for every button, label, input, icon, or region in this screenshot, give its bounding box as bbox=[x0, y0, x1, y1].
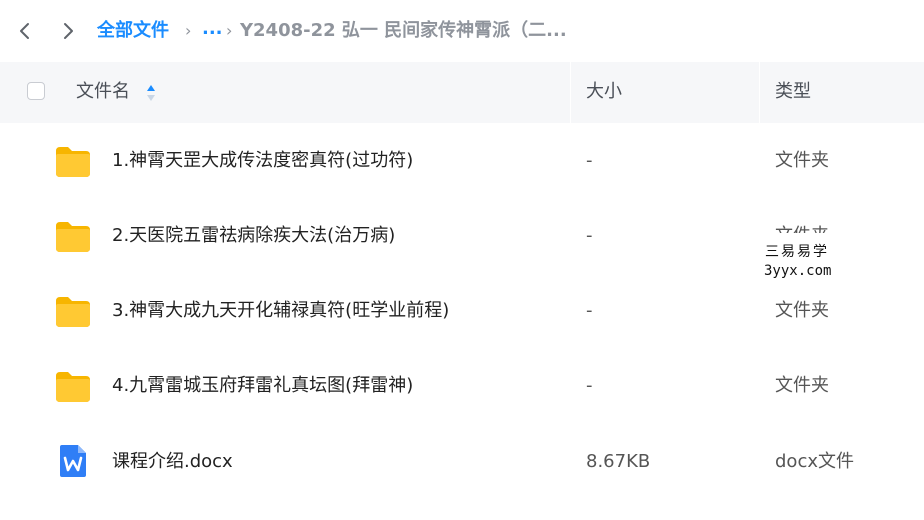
table-row[interactable]: 课程介绍.docx 8.67KB docx文件 bbox=[0, 424, 924, 499]
file-name: 课程介绍.docx bbox=[112, 451, 233, 472]
breadcrumb-separator-icon: › bbox=[226, 21, 233, 40]
watermark: 三易易学 3yyx.com bbox=[748, 233, 848, 283]
file-name: 3.神霄大成九天开化辅禄真符(旺学业前程) bbox=[112, 300, 450, 321]
table-row[interactable]: 4.九霄雷城玉府拜雷礼真坛图(拜雷神) - 文件夹 bbox=[0, 349, 924, 424]
file-type: 文件夹 bbox=[775, 375, 829, 396]
chevron-left-icon bbox=[20, 23, 29, 39]
column-divider bbox=[759, 62, 760, 123]
breadcrumb-bar: 全部文件 › ... › Y2408-22 弘一 民间家传神霄派（二... bbox=[0, 0, 924, 62]
breadcrumb-separator-icon: › bbox=[185, 21, 192, 40]
file-type: 文件夹 bbox=[775, 150, 829, 171]
file-size: - bbox=[586, 300, 593, 321]
breadcrumb-ellipsis[interactable]: ... bbox=[202, 17, 223, 41]
table-row[interactable]: 3.神霄大成九天开化辅禄真符(旺学业前程) - 文件夹 bbox=[0, 274, 924, 349]
table-row[interactable]: 1.神霄天罡大成传法度密真符(过功符) - 文件夹 bbox=[0, 124, 924, 199]
folder-icon bbox=[56, 147, 90, 177]
file-name: 4.九霄雷城玉府拜雷礼真坛图(拜雷神) bbox=[112, 375, 414, 396]
file-size: - bbox=[586, 150, 593, 171]
file-size: - bbox=[586, 225, 593, 246]
folder-icon bbox=[56, 297, 90, 327]
select-all-checkbox[interactable] bbox=[27, 82, 45, 100]
sort-icon[interactable] bbox=[145, 83, 157, 103]
forward-button[interactable] bbox=[56, 19, 80, 43]
column-header-name[interactable]: 文件名 bbox=[76, 80, 130, 104]
watermark-url: 3yyx.com bbox=[764, 263, 832, 279]
file-name: 1.神霄天罡大成传法度密真符(过功符) bbox=[112, 150, 414, 171]
folder-icon bbox=[56, 222, 90, 252]
column-header-size[interactable]: 大小 bbox=[586, 80, 622, 104]
folder-icon bbox=[56, 372, 90, 402]
word-doc-icon bbox=[60, 445, 86, 477]
breadcrumb-root[interactable]: 全部文件 bbox=[97, 19, 169, 43]
column-divider bbox=[570, 62, 571, 123]
file-type: docx文件 bbox=[775, 451, 854, 472]
chevron-right-icon bbox=[64, 23, 73, 39]
file-name: 2.天医院五雷祛病除疾大法(治万病) bbox=[112, 225, 396, 246]
back-button[interactable] bbox=[13, 19, 37, 43]
table-header: 文件名 大小 类型 bbox=[0, 62, 924, 123]
file-size: 8.67KB bbox=[586, 451, 651, 472]
file-type: 文件夹 bbox=[775, 300, 829, 321]
file-size: - bbox=[586, 375, 593, 396]
column-header-type[interactable]: 类型 bbox=[775, 80, 811, 104]
watermark-text: 三易易学 bbox=[765, 244, 829, 260]
breadcrumb-current: Y2408-22 弘一 民间家传神霄派（二... bbox=[240, 20, 567, 41]
